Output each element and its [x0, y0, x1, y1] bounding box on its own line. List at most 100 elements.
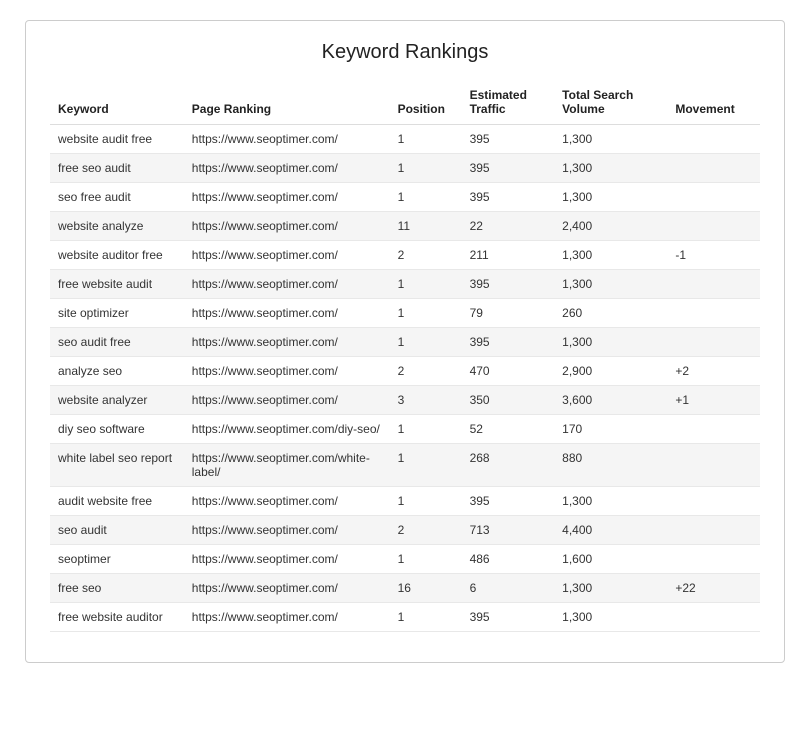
cell-movement	[667, 603, 760, 632]
cell-position: 2	[390, 357, 462, 386]
cell-movement	[667, 487, 760, 516]
cell-movement: -1	[667, 241, 760, 270]
cell-position: 2	[390, 241, 462, 270]
col-header-keyword: Keyword	[50, 82, 184, 125]
table-row: seoptimerhttps://www.seoptimer.com/14861…	[50, 545, 760, 574]
cell-page: https://www.seoptimer.com/	[184, 125, 390, 154]
cell-keyword: analyze seo	[50, 357, 184, 386]
cell-position: 1	[390, 444, 462, 487]
cell-traffic: 395	[462, 487, 555, 516]
cell-keyword: website audit free	[50, 125, 184, 154]
table-row: website analyzerhttps://www.seoptimer.co…	[50, 386, 760, 415]
cell-page: https://www.seoptimer.com/	[184, 241, 390, 270]
cell-traffic: 395	[462, 270, 555, 299]
cell-keyword: seoptimer	[50, 545, 184, 574]
cell-movement	[667, 154, 760, 183]
cell-keyword: free seo	[50, 574, 184, 603]
cell-position: 2	[390, 516, 462, 545]
cell-movement	[667, 545, 760, 574]
cell-movement	[667, 444, 760, 487]
cell-volume: 2,400	[554, 212, 667, 241]
cell-page: https://www.seoptimer.com/	[184, 270, 390, 299]
page-title: Keyword Rankings	[50, 41, 760, 64]
cell-traffic: 79	[462, 299, 555, 328]
cell-page: https://www.seoptimer.com/	[184, 386, 390, 415]
cell-volume: 1,300	[554, 125, 667, 154]
cell-position: 11	[390, 212, 462, 241]
cell-traffic: 395	[462, 603, 555, 632]
table-row: seo free audithttps://www.seoptimer.com/…	[50, 183, 760, 212]
table-header: Keyword Page Ranking Position EstimatedT…	[50, 82, 760, 125]
cell-traffic: 713	[462, 516, 555, 545]
cell-page: https://www.seoptimer.com/	[184, 357, 390, 386]
cell-traffic: 395	[462, 328, 555, 357]
table-row: white label seo reporthttps://www.seopti…	[50, 444, 760, 487]
cell-movement	[667, 415, 760, 444]
col-header-traffic: EstimatedTraffic	[462, 82, 555, 125]
cell-page: https://www.seoptimer.com/	[184, 487, 390, 516]
cell-traffic: 350	[462, 386, 555, 415]
cell-keyword: website analyze	[50, 212, 184, 241]
cell-keyword: free website auditor	[50, 603, 184, 632]
cell-position: 1	[390, 487, 462, 516]
cell-traffic: 211	[462, 241, 555, 270]
cell-position: 1	[390, 415, 462, 444]
cell-keyword: free website audit	[50, 270, 184, 299]
cell-page: https://www.seoptimer.com/	[184, 603, 390, 632]
cell-page: https://www.seoptimer.com/	[184, 516, 390, 545]
cell-traffic: 395	[462, 154, 555, 183]
cell-keyword: white label seo report	[50, 444, 184, 487]
cell-volume: 1,300	[554, 154, 667, 183]
cell-volume: 1,300	[554, 270, 667, 299]
cell-volume: 1,600	[554, 545, 667, 574]
cell-traffic: 6	[462, 574, 555, 603]
cell-movement: +1	[667, 386, 760, 415]
cell-keyword: site optimizer	[50, 299, 184, 328]
table-row: diy seo softwarehttps://www.seoptimer.co…	[50, 415, 760, 444]
cell-page: https://www.seoptimer.com/	[184, 545, 390, 574]
cell-traffic: 395	[462, 125, 555, 154]
cell-movement	[667, 212, 760, 241]
col-header-movement: Movement	[667, 82, 760, 125]
cell-volume: 170	[554, 415, 667, 444]
table-row: free website audithttps://www.seoptimer.…	[50, 270, 760, 299]
cell-volume: 1,300	[554, 183, 667, 212]
cell-traffic: 486	[462, 545, 555, 574]
cell-position: 1	[390, 125, 462, 154]
table-row: seo audithttps://www.seoptimer.com/27134…	[50, 516, 760, 545]
cell-page: https://www.seoptimer.com/	[184, 154, 390, 183]
cell-page: https://www.seoptimer.com/	[184, 299, 390, 328]
table-row: free seo audithttps://www.seoptimer.com/…	[50, 154, 760, 183]
cell-movement	[667, 299, 760, 328]
cell-position: 1	[390, 154, 462, 183]
cell-keyword: audit website free	[50, 487, 184, 516]
table-row: free website auditorhttps://www.seoptime…	[50, 603, 760, 632]
cell-volume: 1,300	[554, 328, 667, 357]
cell-position: 1	[390, 299, 462, 328]
cell-keyword: seo free audit	[50, 183, 184, 212]
cell-keyword: seo audit free	[50, 328, 184, 357]
cell-page: https://www.seoptimer.com/diy-seo/	[184, 415, 390, 444]
table-row: website auditor freehttps://www.seoptime…	[50, 241, 760, 270]
cell-position: 3	[390, 386, 462, 415]
cell-movement	[667, 270, 760, 299]
keyword-rankings-table: Keyword Page Ranking Position EstimatedT…	[50, 82, 760, 632]
col-header-position: Position	[390, 82, 462, 125]
cell-volume: 2,900	[554, 357, 667, 386]
cell-volume: 3,600	[554, 386, 667, 415]
table-row: website audit freehttps://www.seoptimer.…	[50, 125, 760, 154]
cell-volume: 1,300	[554, 603, 667, 632]
cell-keyword: website analyzer	[50, 386, 184, 415]
cell-movement	[667, 125, 760, 154]
cell-traffic: 22	[462, 212, 555, 241]
cell-movement: +2	[667, 357, 760, 386]
cell-volume: 4,400	[554, 516, 667, 545]
cell-keyword: website auditor free	[50, 241, 184, 270]
cell-volume: 1,300	[554, 241, 667, 270]
col-header-volume: Total SearchVolume	[554, 82, 667, 125]
cell-movement: +22	[667, 574, 760, 603]
table-row: website analyzehttps://www.seoptimer.com…	[50, 212, 760, 241]
cell-movement	[667, 516, 760, 545]
cell-page: https://www.seoptimer.com/	[184, 574, 390, 603]
cell-movement	[667, 328, 760, 357]
